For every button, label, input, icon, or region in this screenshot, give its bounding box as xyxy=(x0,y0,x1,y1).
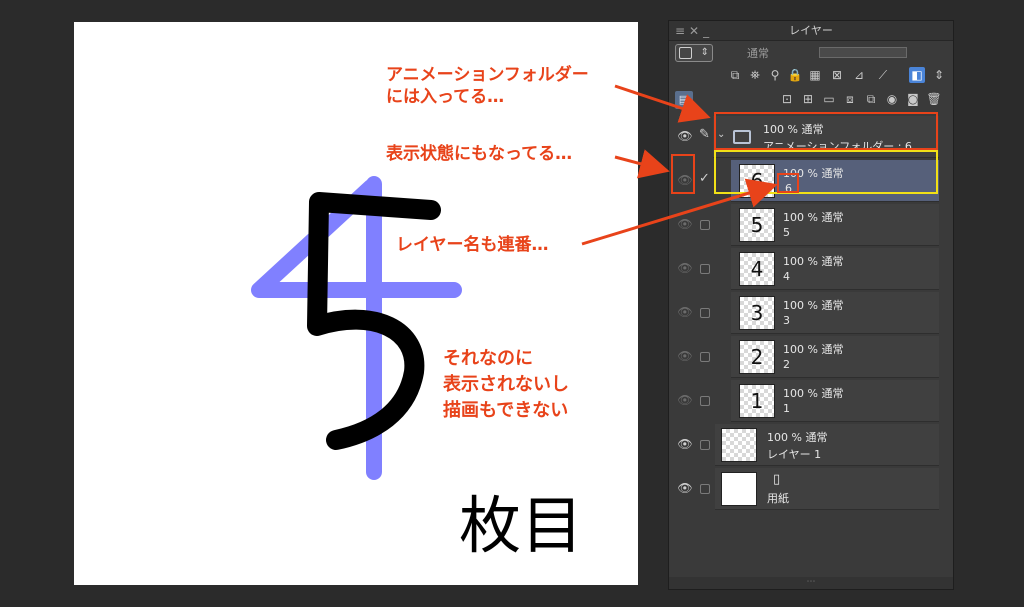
lock-icon[interactable]: 🔒 xyxy=(787,67,803,83)
annotation-text: 表示されないし xyxy=(443,374,569,395)
clip-icon[interactable]: ⚲ xyxy=(767,67,783,83)
layer-body[interactable]: 5 100 % 通常 5 xyxy=(731,204,939,246)
layer-opacity-blend: 100 % 通常 xyxy=(783,211,844,224)
layer-body[interactable]: 4 100 % 通常 4 xyxy=(731,248,939,290)
eye-icon[interactable]: 👁 xyxy=(675,393,695,407)
layer-opacity-blend: 100 % 通常 xyxy=(783,343,844,356)
highlight-animation-folder xyxy=(714,112,938,150)
new-raster-layer-icon[interactable]: ⊡ xyxy=(779,91,795,107)
eye-icon[interactable]: 👁 xyxy=(675,481,695,495)
annotation-animation-folder: アニメーションフォルダー には入ってる… xyxy=(386,64,589,108)
eye-icon[interactable]: 👁 xyxy=(675,129,695,143)
expression-color-select[interactable]: ⇕ xyxy=(675,44,713,62)
layer-thumbnail: 1 xyxy=(739,384,775,418)
layer-row-2[interactable]: 👁 2 100 % 通常 2 xyxy=(669,335,953,379)
layer-row-1[interactable]: 👁 1 100 % 通常 1 xyxy=(669,379,953,423)
annotation-visible: 表示状態にもなってる… xyxy=(386,144,573,164)
layer-thumbnail: 2 xyxy=(739,340,775,374)
paper-thumbnail xyxy=(721,472,757,506)
new-folder-icon[interactable]: ▭ xyxy=(821,91,837,107)
updown-icon[interactable]: ⇕ xyxy=(931,67,947,83)
eye-icon[interactable]: 👁 xyxy=(675,305,695,319)
panel-title-bar: ≡✕_ レイヤー xyxy=(669,21,953,41)
layer-row-4[interactable]: 👁 4 100 % 通常 4 xyxy=(669,247,953,291)
layer-name: 2 xyxy=(783,358,790,371)
layer-row-paper[interactable]: 👁 ▯ 用紙 xyxy=(669,467,953,511)
layer-body[interactable]: 3 100 % 通常 3 xyxy=(731,292,939,334)
layer-checkbox[interactable] xyxy=(700,264,710,274)
trash-icon[interactable]: 🗑 xyxy=(926,91,942,107)
canvas-text: 枚目 xyxy=(459,489,583,562)
layer-name: 用紙 xyxy=(767,492,789,505)
layer-mask-icon[interactable]: ◉ xyxy=(884,91,900,107)
layer-row-layer1[interactable]: 👁 100 % 通常 レイヤー 1 xyxy=(669,423,953,467)
pen-icon: ✎ xyxy=(699,127,710,142)
annotation-sequential-name: レイヤー名も連番… xyxy=(396,235,549,255)
eye-icon[interactable]: 👁 xyxy=(675,261,695,275)
transfer-down-icon[interactable]: ⧈ xyxy=(842,91,858,107)
layer-name: 3 xyxy=(783,314,790,327)
panel-resize-handle[interactable]: ⋯ xyxy=(669,577,953,589)
layer-name: レイヤー 1 xyxy=(767,448,822,461)
layer-body[interactable]: ▯ 用紙 xyxy=(715,468,939,510)
layer-panel: ≡✕_ レイヤー ⇕ 通常 ⧉ ⛯ ⚲ 🔒 ▦ ⊠ ⊿ ⟋ ◧ ⇕ ▤ ⊡ ⊞ … xyxy=(668,20,954,590)
panel-menu-icon[interactable]: ≡✕_ xyxy=(675,21,713,41)
layer-checkbox[interactable] xyxy=(700,220,710,230)
layer-opacity-blend: 100 % 通常 xyxy=(783,387,844,400)
square-icon xyxy=(679,47,692,59)
annotation-problem: それなのに 表示されないし 描画もできない xyxy=(443,346,569,424)
layer-body[interactable]: 1 100 % 通常 1 xyxy=(731,380,939,422)
layer-opacity-blend: 100 % 通常 xyxy=(767,431,828,444)
layer-thumbnail: 3 xyxy=(739,296,775,330)
highlight-layer-6 xyxy=(714,150,938,194)
layer-checkbox[interactable] xyxy=(700,308,710,318)
toolbar-row-1: ⧉ ⛯ ⚲ 🔒 ▦ ⊠ ⊿ ⟋ ◧ ⇕ xyxy=(669,67,953,89)
annotation-text: それなのに xyxy=(443,348,533,369)
eye-icon[interactable]: 👁 xyxy=(675,217,695,231)
check-icon[interactable]: ✓ xyxy=(699,171,710,186)
layer-body[interactable]: 100 % 通常 レイヤー 1 xyxy=(715,424,939,466)
updown-icon: ⇕ xyxy=(700,47,709,58)
layer-opacity-blend: 100 % 通常 xyxy=(783,299,844,312)
layer-row-3[interactable]: 👁 3 100 % 通常 3 xyxy=(669,291,953,335)
panel-title: レイヤー xyxy=(789,24,833,37)
new-vector-layer-icon[interactable]: ⊞ xyxy=(800,91,816,107)
highlight-layer-name xyxy=(777,173,799,193)
layer-checkbox[interactable] xyxy=(700,484,710,494)
annotation-text: アニメーションフォルダー xyxy=(386,65,589,85)
layer-color-icon[interactable]: ◧ xyxy=(909,67,925,83)
layer-name: 5 xyxy=(783,226,790,239)
layer-checkbox[interactable] xyxy=(700,440,710,450)
eye-icon[interactable]: 👁 xyxy=(675,349,695,363)
layer-body[interactable]: 2 100 % 通常 2 xyxy=(731,336,939,378)
layer-thumbnail xyxy=(721,428,757,462)
layer-row-5[interactable]: 👁 5 100 % 通常 5 xyxy=(669,203,953,247)
layer-name: 1 xyxy=(783,402,790,415)
opacity-slider[interactable] xyxy=(819,47,907,58)
merge-down-icon[interactable]: ⧉ xyxy=(863,91,879,107)
layer-checkbox[interactable] xyxy=(700,396,710,406)
layer-name: 4 xyxy=(783,270,790,283)
blend-mode-select[interactable]: 通常 xyxy=(747,45,769,61)
ruler-icon[interactable]: ⊿ xyxy=(851,67,867,83)
diagonal-icon[interactable]: ⟋ xyxy=(875,67,891,83)
annotation-text: 描画もできない xyxy=(443,400,569,421)
mask-icon[interactable]: ⊠ xyxy=(829,67,845,83)
lock-transparent-icon[interactable]: ▦ xyxy=(807,67,823,83)
layer-thumbnail: 5 xyxy=(739,208,775,242)
blend-row: ⇕ 通常 xyxy=(669,43,953,65)
layer-opacity-blend: 100 % 通常 xyxy=(783,255,844,268)
layer-checkbox[interactable] xyxy=(700,352,710,362)
camera-icon[interactable]: ◙ xyxy=(905,91,921,107)
annotation-text: には入ってる… xyxy=(386,87,505,107)
highlight-eye xyxy=(671,154,695,194)
toolbar-row-2: ⊡ ⊞ ▭ ⧈ ⧉ ◉ ◙ 🗑 xyxy=(669,91,953,113)
paper-icon: ▯ xyxy=(773,472,781,487)
layer-thumbnail: 4 xyxy=(739,252,775,286)
layer-reference-icon[interactable]: ⧉ xyxy=(727,67,743,83)
draft-layer-icon[interactable]: ⛯ xyxy=(747,67,763,83)
eye-icon[interactable]: 👁 xyxy=(675,437,695,451)
